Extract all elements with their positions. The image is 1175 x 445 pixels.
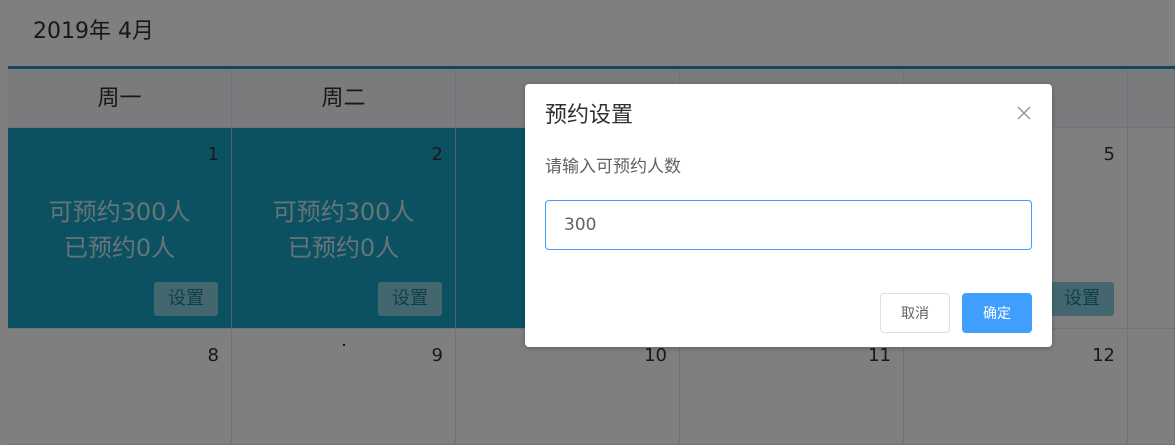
booking-settings-dialog: 预约设置 请输入可预约人数 取消 确定 — [525, 84, 1052, 347]
dialog-title: 预约设置 — [545, 103, 634, 128]
confirm-button[interactable]: 确定 — [962, 293, 1032, 333]
close-icon[interactable] — [1016, 105, 1032, 121]
capacity-input[interactable] — [545, 200, 1032, 250]
cancel-button[interactable]: 取消 — [880, 293, 950, 333]
capacity-input-label: 请输入可预约人数 — [545, 157, 681, 177]
